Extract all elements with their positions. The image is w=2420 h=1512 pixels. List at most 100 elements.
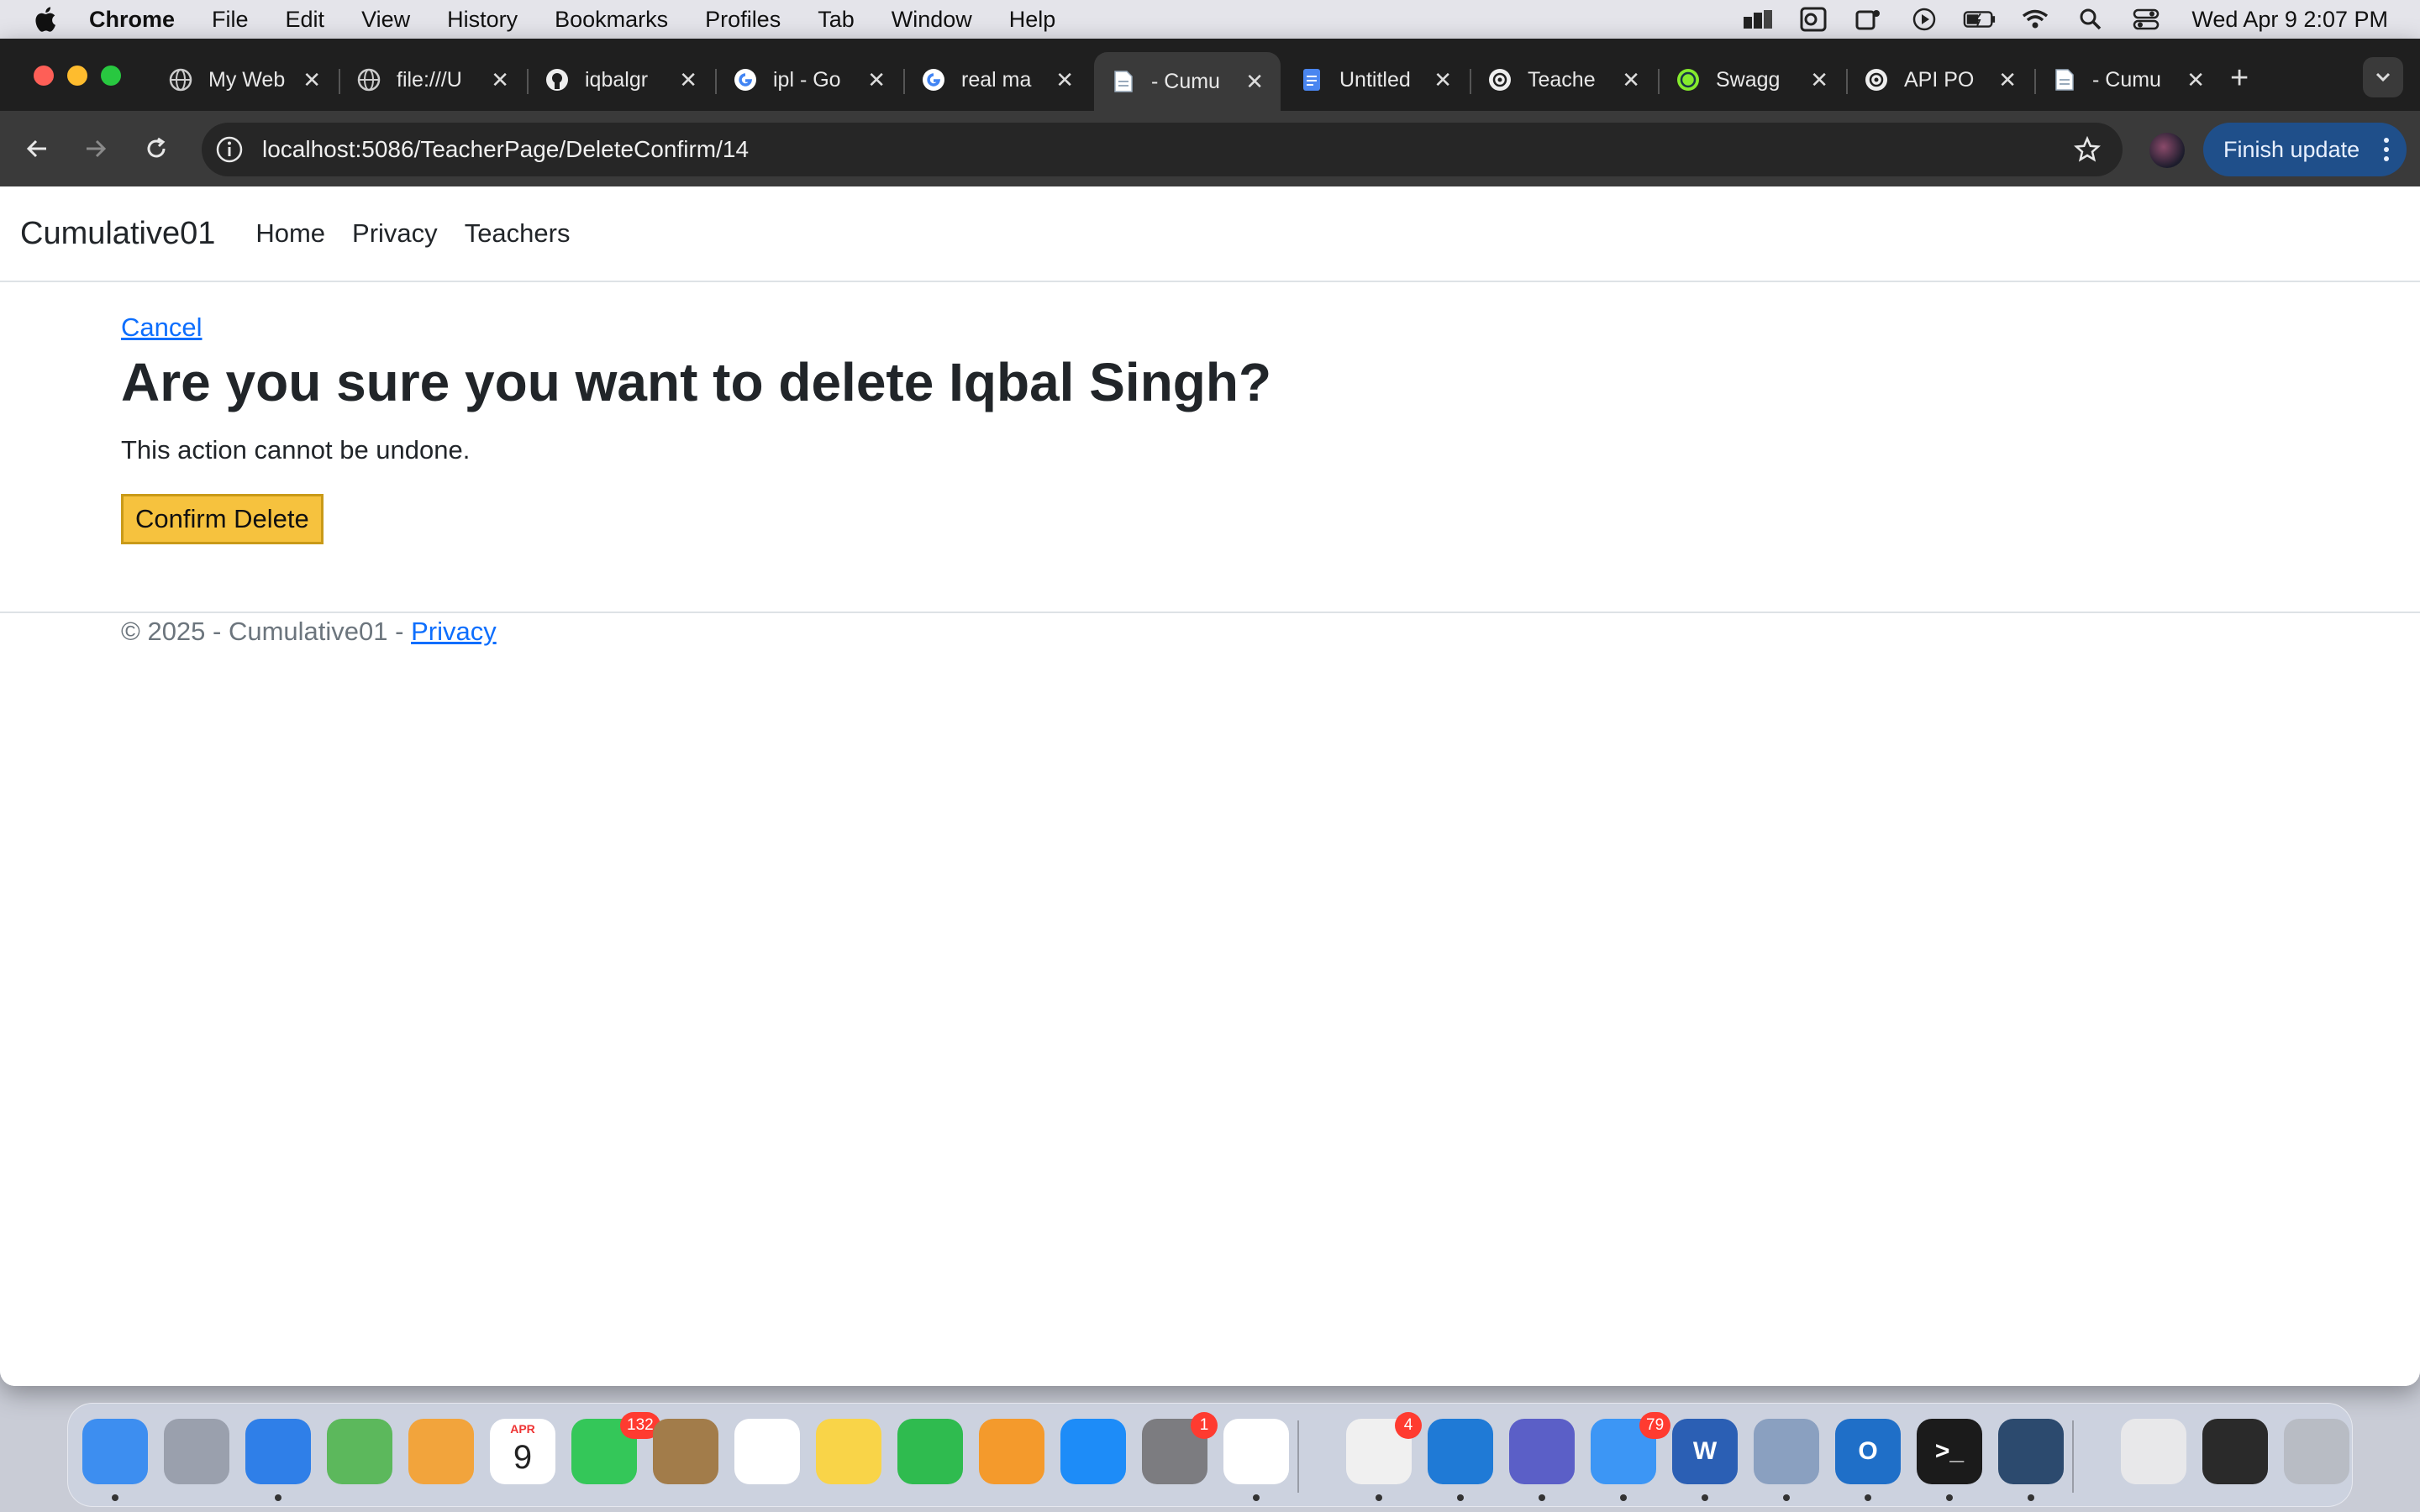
- browser-tab[interactable]: Swagg ✕: [1659, 54, 1848, 106]
- back-button[interactable]: [18, 130, 55, 167]
- url-text[interactable]: localhost:5086/TeacherPage/DeleteConfirm…: [262, 136, 749, 163]
- menu-profiles[interactable]: Profiles: [705, 7, 781, 33]
- dock-screen-icon[interactable]: [2202, 1419, 2268, 1484]
- dock-outlook-icon[interactable]: O: [1835, 1419, 1901, 1484]
- tab-title: Swagg: [1716, 67, 1781, 92]
- close-tab-icon[interactable]: ✕: [1810, 67, 1828, 93]
- site-info-icon[interactable]: [215, 135, 244, 164]
- notification-badge: 4: [1395, 1412, 1422, 1439]
- profile-avatar[interactable]: [2149, 133, 2185, 168]
- dock-chrome-icon[interactable]: [1223, 1419, 1289, 1484]
- nav-teachers-link[interactable]: Teachers: [465, 218, 571, 249]
- nav-privacy-link[interactable]: Privacy: [352, 218, 438, 249]
- browser-tab[interactable]: - Cumu ✕: [2035, 54, 2222, 106]
- new-tab-button[interactable]: +: [2230, 62, 2249, 94]
- dock-pages-icon[interactable]: [979, 1419, 1044, 1484]
- menu-view[interactable]: View: [361, 7, 410, 33]
- browser-tab[interactable]: ipl - Go ✕: [716, 54, 905, 106]
- running-indicator: [112, 1494, 118, 1501]
- cancel-link[interactable]: Cancel: [121, 312, 203, 343]
- menu-tab[interactable]: Tab: [818, 7, 855, 33]
- dock-photos-icon[interactable]: [408, 1419, 474, 1484]
- close-tab-icon[interactable]: ✕: [491, 67, 509, 93]
- site-navbar: Cumulative01 Home Privacy Teachers: [0, 186, 2420, 282]
- dock-separator: [2072, 1420, 2074, 1493]
- browser-tab[interactable]: file:///U ✕: [339, 54, 529, 106]
- address-bar[interactable]: localhost:5086/TeacherPage/DeleteConfirm…: [202, 123, 2123, 176]
- storage-status-icon[interactable]: [1741, 8, 1775, 31]
- running-indicator: [1946, 1494, 1953, 1501]
- dock-finder-icon[interactable]: [82, 1419, 148, 1484]
- browser-tab[interactable]: iqbalgr ✕: [528, 54, 717, 106]
- dock-contacts-icon[interactable]: [653, 1419, 718, 1484]
- close-window-button[interactable]: [34, 66, 54, 86]
- browser-tab[interactable]: real ma ✕: [904, 54, 1091, 106]
- reload-button[interactable]: [138, 130, 175, 167]
- menu-window[interactable]: Window: [892, 7, 972, 33]
- dock-vs-code-icon[interactable]: [1428, 1419, 1493, 1484]
- menu-help[interactable]: Help: [1009, 7, 1056, 33]
- close-tab-icon[interactable]: ✕: [1434, 67, 1452, 93]
- teams-status-icon[interactable]: [1852, 8, 1886, 31]
- close-tab-icon[interactable]: ✕: [1998, 67, 2017, 93]
- footer-privacy-link[interactable]: Privacy: [411, 617, 497, 646]
- menu-file[interactable]: File: [212, 7, 249, 33]
- browser-tab[interactable]: Teache ✕: [1470, 54, 1660, 106]
- nav-home-link[interactable]: Home: [255, 218, 325, 249]
- dock-preview-icon[interactable]: [1754, 1419, 1819, 1484]
- dock-mysql-workbench-icon[interactable]: [1998, 1419, 2064, 1484]
- dock-launchpad-icon[interactable]: [164, 1419, 229, 1484]
- browser-tab-active[interactable]: - Cumu ✕: [1094, 52, 1281, 111]
- control-center-icon[interactable]: [2129, 8, 2163, 31]
- menu-history[interactable]: History: [447, 7, 518, 33]
- chevron-down-icon: [2375, 72, 2391, 82]
- macos-menu-bar: Chrome File Edit View History Bookmarks …: [0, 0, 2420, 39]
- close-tab-icon[interactable]: ✕: [302, 67, 321, 93]
- forward-button[interactable]: [77, 130, 114, 167]
- finish-update-button[interactable]: Finish update: [2203, 123, 2407, 176]
- menu-app-name[interactable]: Chrome: [89, 7, 175, 33]
- outlook-status-icon[interactable]: [1797, 7, 1830, 32]
- site-footer: © 2025 - Cumulative01 - Privacy: [121, 617, 497, 647]
- dock-safari-icon[interactable]: [245, 1419, 311, 1484]
- dock-calendar-icon[interactable]: APR 9: [490, 1419, 555, 1484]
- reload-icon: [147, 137, 166, 158]
- close-tab-icon[interactable]: ✕: [679, 67, 697, 93]
- browser-tab[interactable]: My Web ✕: [151, 54, 340, 106]
- close-tab-icon[interactable]: ✕: [867, 67, 886, 93]
- menu-bookmarks[interactable]: Bookmarks: [555, 7, 668, 33]
- dock-teams-icon[interactable]: [1509, 1419, 1575, 1484]
- close-tab-icon[interactable]: ✕: [1055, 67, 1074, 93]
- site-brand[interactable]: Cumulative01: [20, 216, 215, 252]
- dock-word-icon[interactable]: W: [1672, 1419, 1738, 1484]
- dock-documents-icon[interactable]: [2121, 1419, 2186, 1484]
- close-tab-icon[interactable]: ✕: [2186, 67, 2205, 93]
- footer-copyright: © 2025 - Cumulative01 -: [121, 617, 412, 646]
- spotlight-search-icon[interactable]: [2074, 8, 2107, 31]
- apple-icon[interactable]: [32, 5, 57, 34]
- menu-edit[interactable]: Edit: [286, 7, 325, 33]
- dock-maps-icon[interactable]: [327, 1419, 392, 1484]
- browser-tab[interactable]: API PO ✕: [1847, 54, 2036, 106]
- close-tab-icon[interactable]: ✕: [1245, 69, 1264, 95]
- tab-title: My Web: [208, 67, 286, 92]
- running-indicator: [1253, 1494, 1260, 1501]
- wifi-icon[interactable]: [2018, 8, 2052, 31]
- google-icon: [921, 67, 946, 92]
- battery-icon[interactable]: [1963, 8, 1996, 31]
- play-status-icon[interactable]: [1907, 8, 1941, 31]
- dock-trash-icon[interactable]: [2284, 1419, 2349, 1484]
- dock-app-store-icon[interactable]: [1060, 1419, 1126, 1484]
- dock-numbers-icon[interactable]: [897, 1419, 963, 1484]
- zoom-window-button[interactable]: [101, 66, 121, 86]
- tab-search-button[interactable]: [2363, 57, 2403, 97]
- menubar-clock[interactable]: Wed Apr 9 2:07 PM: [2191, 7, 2388, 33]
- browser-tab[interactable]: Untitled ✕: [1282, 54, 1471, 106]
- minimize-window-button[interactable]: [67, 66, 87, 86]
- bookmark-star-icon[interactable]: [2074, 136, 2101, 163]
- dock-terminal-icon[interactable]: >_: [1917, 1419, 1982, 1484]
- dock-reminders-icon[interactable]: [734, 1419, 800, 1484]
- dock-notes-icon[interactable]: [816, 1419, 881, 1484]
- close-tab-icon[interactable]: ✕: [1622, 67, 1640, 93]
- confirm-delete-button[interactable]: Confirm Delete: [121, 494, 324, 544]
